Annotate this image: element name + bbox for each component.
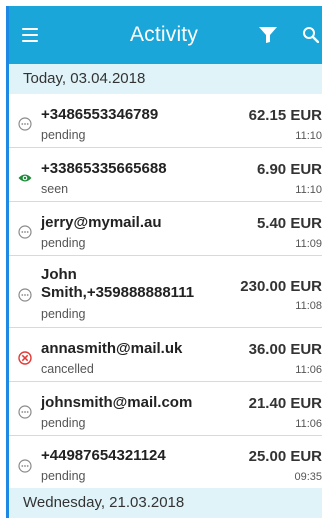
search-icon[interactable] (302, 26, 319, 43)
list-item[interactable]: +33865335665688 seen 6.90 EUR 11:10 (6, 148, 322, 202)
pending-dots-icon (18, 459, 32, 473)
list-item[interactable]: jerry@mymail.au pending 5.40 EUR 11:09 (6, 202, 322, 256)
contact-name: +3486553346789 (41, 106, 159, 123)
amount: 5.40 EUR (256, 215, 322, 232)
filter-funnel-icon[interactable] (258, 26, 278, 44)
amount: 230.00 EUR (240, 278, 322, 295)
contact-name-line1: John (41, 266, 77, 283)
list-item[interactable]: John Smith,+359888888111 pending 230.00 … (6, 256, 322, 328)
timestamp: 09:35 (294, 471, 322, 483)
amount: 36.00 EUR (248, 341, 322, 358)
timestamp: 11:08 (295, 300, 322, 312)
app-frame: Activity Today, 03.04.2018 +348655334678… (6, 6, 322, 518)
amount: 21.40 EUR (248, 395, 322, 412)
status-text: pending (41, 416, 86, 430)
contact-name-line2: Smith,+359888888111 (41, 284, 195, 301)
pending-dots-icon (18, 405, 32, 419)
list-item[interactable]: johnsmith@mail.com pending 21.40 EUR 11:… (6, 382, 322, 436)
contact-name: jerry@mymail.au (41, 214, 162, 231)
contact-name: annasmith@mail.uk (41, 340, 183, 357)
date-header-past: Wednesday, 21.03.2018 (6, 488, 322, 518)
status-text: pending (41, 469, 86, 483)
timestamp: 11:10 (295, 184, 322, 196)
contact-name: johnsmith@mail.com (41, 394, 193, 411)
timestamp: 11:10 (295, 130, 322, 142)
app-bar: Activity (6, 6, 322, 64)
contact-name: +44987654321124 (41, 447, 166, 464)
status-text: cancelled (41, 362, 94, 376)
pending-dots-icon (18, 225, 32, 239)
status-text: pending (41, 307, 86, 321)
amount: 6.90 EUR (256, 161, 322, 178)
amount: 25.00 EUR (248, 448, 322, 465)
date-header-today: Today, 03.04.2018 (6, 64, 322, 94)
timestamp: 11:06 (295, 418, 322, 430)
status-text: seen (41, 182, 69, 196)
status-text: pending (41, 236, 86, 250)
list-item[interactable]: annasmith@mail.uk cancelled 36.00 EUR 11… (6, 328, 322, 382)
timestamp: 11:06 (295, 364, 322, 376)
timestamp: 11:09 (295, 238, 322, 250)
pending-dots-icon (18, 117, 32, 131)
status-text: pending (41, 128, 86, 142)
list-item[interactable]: +44987654321124 pending 25.00 EUR 09:35 (6, 436, 322, 488)
list-item[interactable]: +3486553346789 pending 62.15 EUR 11:10 (6, 94, 322, 148)
pending-dots-icon (18, 288, 32, 302)
contact-name: +33865335665688 (41, 160, 167, 177)
amount: 62.15 EUR (248, 107, 322, 124)
cancel-x-icon (18, 351, 32, 365)
eye-icon (18, 174, 32, 182)
